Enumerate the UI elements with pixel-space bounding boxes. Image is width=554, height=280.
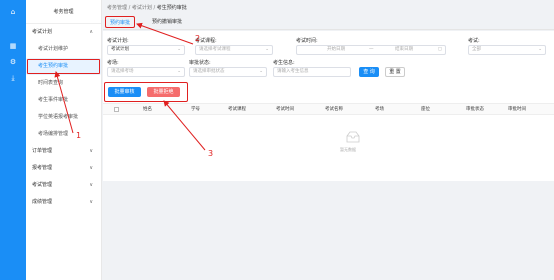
course-placeholder: 请选择考试课程 (199, 47, 231, 52)
sidebar-item-schedule-query[interactable]: 时间表查询 (26, 75, 101, 92)
plan-select[interactable]: 考试计划 ⌄ (107, 45, 185, 55)
icon-rail: ⌂ ▦ ⚙ ⤓ (0, 0, 26, 280)
approve-label: 审批状态: (189, 60, 211, 66)
col-approve-status: 审批状态 (466, 107, 484, 112)
plan-value: 考试计划 (111, 47, 129, 52)
sidebar-item-reservation-approval[interactable]: 考生预约审批 (26, 58, 101, 75)
room-placeholder: 请选择考场 (111, 69, 134, 74)
chevron-down-icon: ⌄ (177, 47, 181, 52)
annotation-number-3: 3 (208, 149, 214, 158)
col-student-id: 学号 (191, 107, 200, 112)
batch-approve-button[interactable]: 批量审核 (108, 87, 141, 97)
chevron-down-icon: ⌄ (177, 69, 181, 74)
approve-select[interactable]: 请选择审批状态 ⌄ (189, 67, 267, 77)
calendar-icon: ▢ (437, 47, 442, 52)
status-label: 考试: (468, 38, 480, 44)
time-label: 考试时间: (296, 38, 318, 44)
room-label: 考场: (107, 60, 119, 66)
breadcrumb-item[interactable]: 考务管理 (107, 5, 127, 11)
name-label: 考生信息: (273, 60, 295, 66)
chevron-up-icon: ∧ (89, 29, 93, 35)
breadcrumb-current: 考生预约审批 (156, 5, 187, 11)
main-content: 考务管理 / 考试计划 / 考生预约审批 预约审批 预约撤销审批 考试计划: 考… (103, 0, 554, 280)
col-exam-time: 考试时间 (276, 107, 294, 112)
annotation-number-1: 1 (76, 131, 82, 140)
sidebar-title: 考务管理 (26, 0, 101, 24)
calendar-icon[interactable]: ▦ (9, 42, 17, 50)
download-icon[interactable]: ⤓ (9, 74, 17, 82)
chevron-down-icon: ∨ (89, 165, 93, 171)
sidebar-group-label: 成绩管理 (32, 199, 53, 205)
batch-reject-button[interactable]: 批量拒绝 (147, 87, 180, 97)
date-range-input[interactable]: 开始日期 一 结束日期 ▢ (296, 45, 446, 55)
range-separator: 一 (369, 47, 374, 52)
select-all-checkbox[interactable] (114, 107, 119, 112)
chevron-down-icon: ∨ (89, 199, 93, 205)
sidebar-item-event-approval[interactable]: 考生事件审批 (26, 92, 101, 109)
sidebar-item-plan-maintain[interactable]: 考试计划维护 (26, 41, 101, 58)
chevron-down-icon: ∨ (89, 148, 93, 154)
breadcrumb-item[interactable]: 考试计划 (132, 5, 152, 11)
col-seat: 座位 (421, 107, 430, 112)
col-room: 考场 (375, 107, 384, 112)
query-button[interactable]: 查 询 (359, 67, 379, 77)
room-select[interactable]: 请选择考场 ⌄ (107, 67, 185, 77)
home-icon[interactable]: ⌂ (9, 8, 17, 16)
empty-text: 暂无数据 (340, 147, 356, 152)
tab-bar: 预约审批 预约撤销审批 (103, 14, 554, 30)
chevron-down-icon: ⌄ (259, 69, 263, 74)
approve-placeholder: 请选择审批状态 (193, 69, 225, 74)
tab-cancel-approval[interactable]: 预约撤销审批 (148, 16, 186, 28)
content-panel: 考试计划: 考试计划 ⌄ 考试课程: 请选择考试课程 ⌄ 考试时间: 开始日期 … (103, 31, 554, 181)
reset-button[interactable]: 重 置 (385, 67, 405, 77)
start-date: 开始日期 (327, 47, 345, 52)
sidebar-group-registration[interactable]: 报考管理 ∨ (26, 160, 101, 177)
empty-box-icon (346, 131, 360, 143)
course-select[interactable]: 请选择考试课程 ⌄ (195, 45, 273, 55)
sidebar: 考务管理 考试计划 ∧ 考试计划维护 考生预约审批 时间表查询 考生事件审批 学… (26, 0, 102, 280)
col-exam-name: 考试名称 (325, 107, 343, 112)
breadcrumb: 考务管理 / 考试计划 / 考生预约审批 (107, 5, 187, 11)
col-name: 姓名 (143, 107, 152, 112)
sidebar-group-scores[interactable]: 成绩管理 ∨ (26, 194, 101, 211)
end-date: 结束日期 (395, 47, 413, 52)
sidebar-group-label: 报考管理 (32, 165, 53, 171)
name-input[interactable]: 请输入考生信息 (273, 67, 351, 77)
gear-icon[interactable]: ⚙ (9, 58, 17, 66)
table-header: 姓名 学号 考试课程 考试时间 考试名称 考场 座位 审批状态 审批时间 (103, 103, 554, 115)
sidebar-item-room-arrange[interactable]: 考场编排管理 (26, 126, 101, 143)
sidebar-group-exams[interactable]: 考试管理 ∨ (26, 177, 101, 194)
annotation-number-2: 2 (195, 34, 201, 43)
sidebar-group-orders[interactable]: 订单管理 ∨ (26, 143, 101, 160)
status-select[interactable]: 全部 ⌄ (468, 45, 546, 55)
sidebar-group-label: 考试计划 (32, 29, 53, 35)
chevron-down-icon: ⌄ (265, 47, 269, 52)
tab-reservation-approval[interactable]: 预约审批 (105, 16, 136, 28)
status-value: 全部 (472, 47, 481, 52)
sidebar-group-label: 订单管理 (32, 148, 53, 154)
col-course: 考试课程 (228, 107, 246, 112)
col-approve-time: 审批时间 (508, 107, 526, 112)
sidebar-item-english-approval[interactable]: 学位英语报考审批 (26, 109, 101, 126)
sidebar-group-label: 考试管理 (32, 182, 53, 188)
chevron-down-icon: ⌄ (538, 47, 542, 52)
sidebar-group-exam-plan[interactable]: 考试计划 ∧ (26, 24, 101, 41)
plan-label: 考试计划: (107, 38, 129, 44)
name-placeholder: 请输入考生信息 (277, 69, 309, 74)
chevron-down-icon: ∨ (89, 182, 93, 188)
